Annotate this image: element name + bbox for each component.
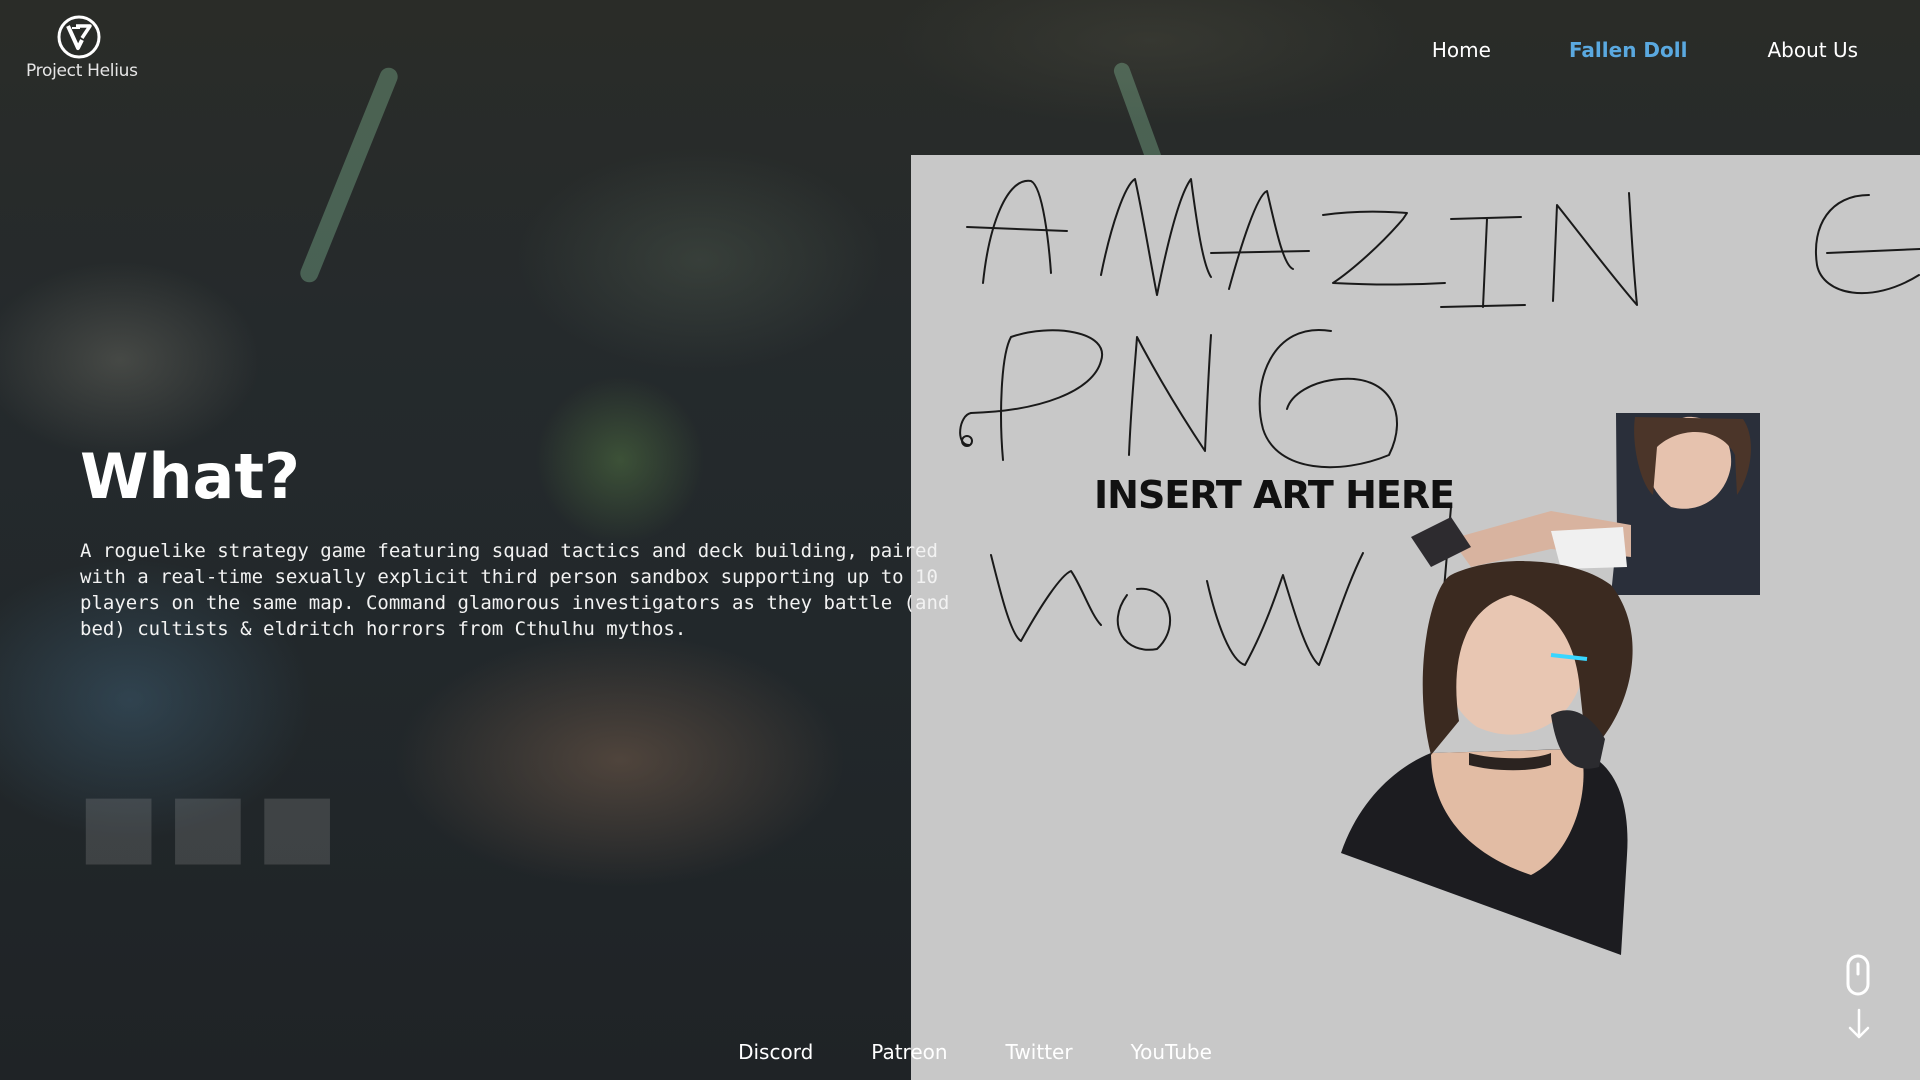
main-navigation: Home Fallen Doll About Us <box>1432 38 1858 62</box>
helius-emblem-icon <box>57 15 101 59</box>
brand-name: Project Helius <box>26 61 138 81</box>
footer-link-patreon[interactable]: Patreon <box>871 1040 947 1064</box>
character-artwork-placeholder <box>1341 413 1760 955</box>
footer-link-discord[interactable]: Discord <box>738 1040 813 1064</box>
character-top-figure <box>1411 413 1760 595</box>
nav-home[interactable]: Home <box>1432 38 1491 62</box>
footer-link-youtube[interactable]: YouTube <box>1131 1040 1212 1064</box>
brand-logo[interactable]: Project Helius <box>26 14 138 81</box>
scroll-down-indicator[interactable] <box>1843 952 1875 1042</box>
character-bottom-figure <box>1341 561 1633 955</box>
insert-art-label: INSERT ART HERE <box>1094 473 1455 517</box>
game-description: A roguelike strategy game featuring squa… <box>80 540 950 640</box>
nav-about-us[interactable]: About Us <box>1767 38 1858 62</box>
section-title: What? <box>80 440 300 513</box>
footer-links: Discord Patreon Twitter YouTube <box>0 1040 1920 1064</box>
arrow-down-icon <box>1848 1008 1870 1039</box>
nav-fallen-doll[interactable]: Fallen Doll <box>1569 38 1688 62</box>
footer-link-twitter[interactable]: Twitter <box>1006 1040 1073 1064</box>
art-placeholder-panel: INSERT ART HERE <box>911 155 1920 1080</box>
background-blurred-sign: ■■■ <box>78 775 346 875</box>
